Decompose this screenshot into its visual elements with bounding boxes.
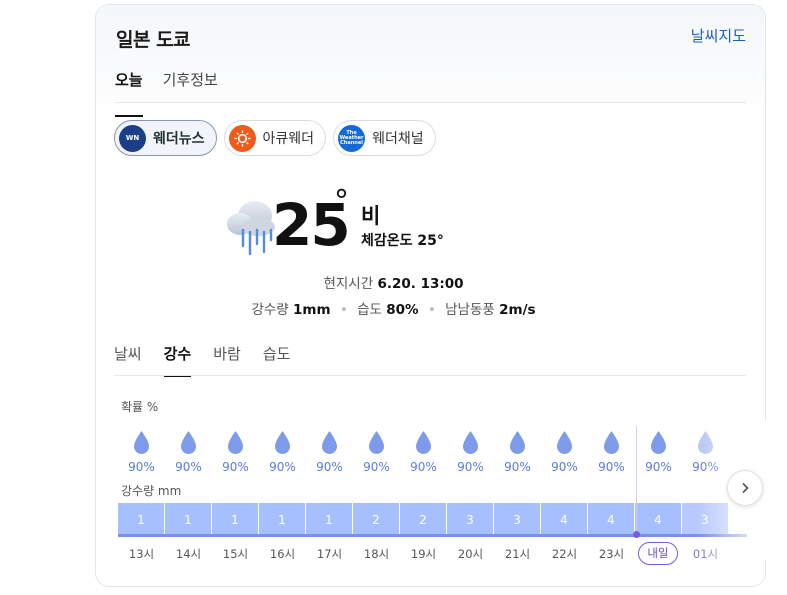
probability-value: 90%: [175, 460, 202, 474]
precip-amount-bar: 4: [541, 503, 587, 537]
hour-label: 23시: [598, 547, 625, 561]
detail-tabs-divider: [114, 375, 746, 376]
weather-channel-logo-icon: The Weather Channel: [338, 124, 366, 152]
current-weather: 25 ° 비 체감온도 25°: [225, 184, 485, 260]
tab-today[interactable]: 오늘: [115, 67, 143, 117]
degree-symbol: °: [334, 184, 349, 219]
weathernews-logo-icon: WN: [119, 124, 146, 152]
wind-value: 2m/s: [499, 302, 536, 318]
probability-value: 90%: [504, 460, 531, 474]
feels-like-label: 체감온도: [361, 233, 413, 249]
tab-humidity[interactable]: 습도: [263, 343, 291, 364]
provider-weathernews-chip[interactable]: WN 웨더뉴스: [114, 120, 217, 156]
hour-label: 13시: [128, 547, 155, 561]
probability-value: 90%: [457, 460, 484, 474]
wind-label: 남남동풍: [445, 302, 495, 318]
precip-amount-bar: 2: [400, 503, 446, 537]
provider-label: 웨더채널: [372, 131, 424, 147]
hour-label: 16시: [269, 547, 296, 561]
weather-summary: 강수량 1mm • 습도 80% • 남남동풍 2m/s: [0, 298, 787, 318]
hour-label: 21시: [504, 547, 531, 561]
precip-amount-bar: 1: [306, 503, 352, 537]
raindrop-icon: [228, 431, 243, 454]
detail-tabs: 날씨 강수 바람 습도: [114, 343, 291, 377]
local-time-value: 6.20. 13:00: [377, 276, 464, 292]
precip-amount-bar: 2: [353, 503, 399, 537]
scroll-next-button[interactable]: [727, 470, 763, 506]
separator-dot: •: [339, 302, 348, 318]
hour-label: 15시: [222, 547, 249, 561]
raindrop-icon: [416, 431, 431, 454]
raindrop-icon: [463, 431, 478, 454]
provider-weather-channel-chip[interactable]: The Weather Channel 웨더채널: [333, 120, 436, 156]
feels-like-value: 25°: [417, 233, 444, 249]
probability-value: 90%: [222, 460, 249, 474]
chevron-right-icon: [742, 482, 749, 494]
raindrop-icon: [557, 431, 572, 454]
precip-amount-bar: 1: [165, 503, 211, 537]
precip-amount-bar: 3: [447, 503, 493, 537]
provider-accuweather-chip[interactable]: 아큐웨더: [223, 120, 327, 156]
feels-like: 체감온도 25°: [361, 230, 444, 250]
provider-chips: WN 웨더뉴스 아큐웨더 The Weather Channel 웨더채널: [114, 120, 436, 156]
raindrop-icon: [651, 431, 666, 454]
amount-label: 강수량 mm: [121, 484, 182, 498]
raindrop-icon: [369, 431, 384, 454]
humidity-value: 80%: [386, 302, 419, 318]
provider-label: 아큐웨더: [262, 131, 315, 147]
precip-bar-baseline: [118, 534, 747, 537]
precip-amount-bar: 4: [588, 503, 634, 537]
weather-card: 일본 도쿄 날씨지도 오늘 기후정보 WN 웨더뉴스 아큐웨더 The Weath…: [95, 4, 766, 587]
current-time-marker: [633, 531, 640, 538]
card-header-background: [96, 5, 765, 125]
tab-precipitation[interactable]: 강수: [163, 343, 191, 377]
probability-value: 90%: [128, 460, 155, 474]
hour-label: 22시: [551, 547, 578, 561]
probability-value: 90%: [598, 460, 625, 474]
probability-label: 확률 %: [121, 400, 159, 414]
hour-label: 19시: [410, 547, 437, 561]
local-time-label: 현지시간: [323, 276, 374, 292]
hour-label: 20시: [457, 547, 484, 561]
raindrop-icon: [134, 431, 149, 454]
tab-wind[interactable]: 바람: [213, 343, 241, 364]
hour-label: 내일: [638, 542, 678, 565]
accuweather-logo-icon: [228, 124, 256, 152]
hour-label: 18시: [363, 547, 390, 561]
precip-label: 강수량: [251, 302, 289, 318]
precip-amount-bar: 1: [259, 503, 305, 537]
current-time-line: [636, 426, 637, 536]
raindrop-icon: [604, 431, 619, 454]
probability-value: 90%: [269, 460, 296, 474]
raindrop-icon: [510, 431, 525, 454]
tab-weather[interactable]: 날씨: [114, 343, 142, 364]
weather-condition: 비: [361, 204, 381, 228]
probability-value: 90%: [645, 460, 672, 474]
precip-amount-bar: 4: [635, 503, 681, 537]
top-tabs: 오늘 기후정보: [115, 67, 218, 117]
probability-value: 90%: [363, 460, 390, 474]
raindrop-icon: [322, 431, 337, 454]
provider-label: 웨더뉴스: [153, 131, 205, 147]
raindrop-icon: [181, 431, 196, 454]
tab-climate[interactable]: 기후정보: [163, 67, 218, 105]
weather-map-link[interactable]: 날씨지도: [691, 25, 746, 46]
tabs-divider: [115, 102, 746, 103]
hour-label: 14시: [175, 547, 202, 561]
precip-value: 1mm: [293, 302, 331, 318]
humidity-label: 습도: [357, 302, 382, 318]
cloud-rain-icon: [227, 201, 275, 256]
local-time: 현지시간 6.20. 13:00: [0, 272, 787, 292]
probability-value: 90%: [551, 460, 578, 474]
location-title: 일본 도쿄: [116, 29, 191, 51]
hour-label: 17시: [316, 547, 343, 561]
separator-dot: •: [427, 302, 436, 318]
precip-amount-bar: 1: [212, 503, 258, 537]
probability-value: 90%: [410, 460, 437, 474]
probability-value: 90%: [316, 460, 343, 474]
raindrop-icon: [275, 431, 290, 454]
precip-amount-bar: 3: [494, 503, 540, 537]
precip-amount-bar: 1: [118, 503, 164, 537]
